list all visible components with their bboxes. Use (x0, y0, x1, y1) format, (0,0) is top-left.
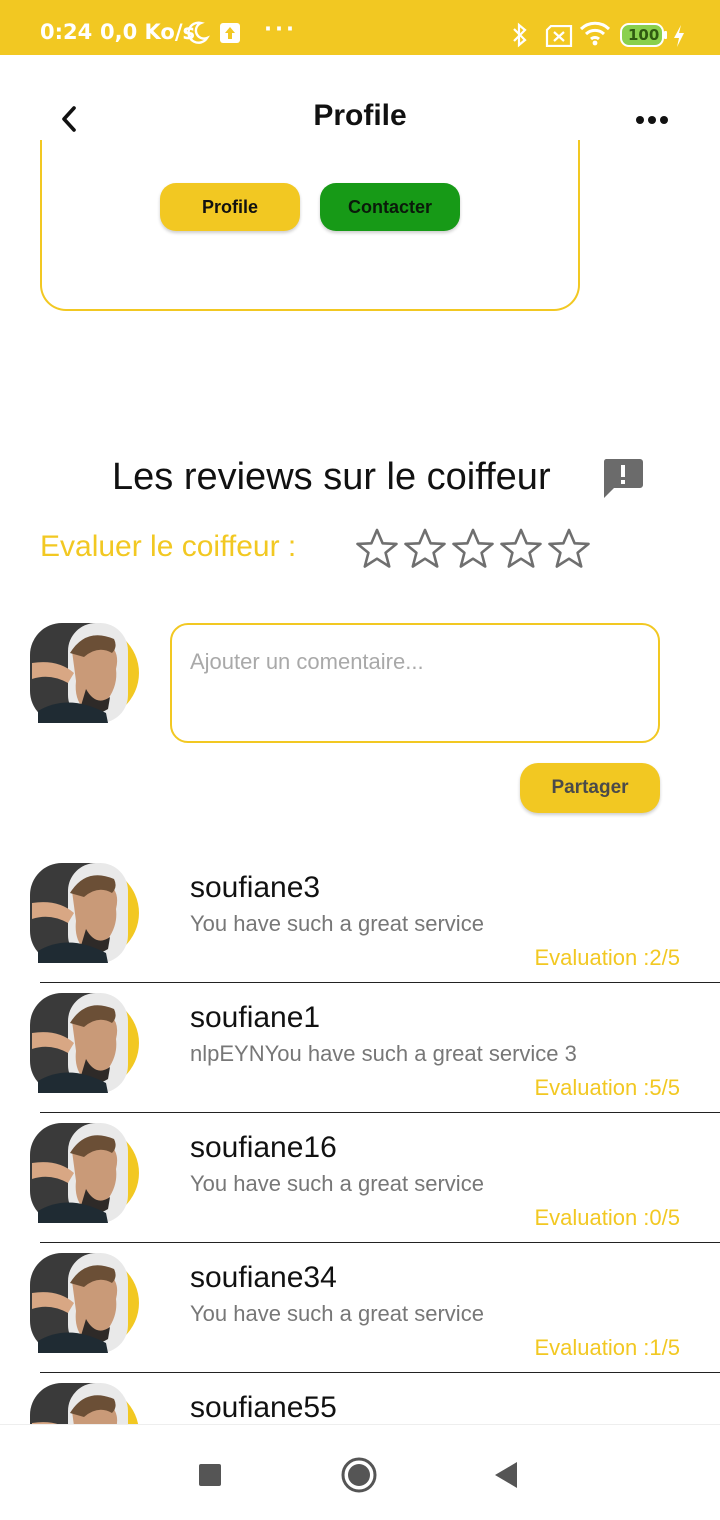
bluetooth-icon (511, 22, 529, 53)
divider (40, 1242, 720, 1243)
review-username: soufiane1 (190, 1001, 321, 1034)
system-back-button[interactable] (487, 1455, 527, 1495)
divider (40, 982, 720, 983)
star-4-icon[interactable] (499, 527, 543, 571)
more-horizontal-icon (636, 116, 668, 124)
review-username: soufiane55 (190, 1391, 337, 1424)
review-item: soufiane1 nlpEYNYou have such a great se… (0, 993, 720, 1123)
reviews-title: Les reviews sur le coiffeur (112, 456, 551, 498)
review-item: soufiane3 You have such a great service … (0, 863, 720, 993)
comment-input[interactable] (170, 623, 660, 743)
star-5-icon[interactable] (547, 527, 591, 571)
review-evaluation: Evaluation :2/5 (534, 945, 680, 970)
share-button[interactable]: Partager (520, 763, 660, 813)
review-text: You have such a great service (190, 911, 484, 936)
reviewer-avatar (28, 863, 140, 963)
system-nav-bar (0, 1424, 720, 1520)
review-text: You have such a great service (190, 1171, 484, 1196)
sim-x-icon (545, 24, 573, 52)
reviewer-avatar (28, 993, 140, 1093)
moon-icon (184, 20, 210, 51)
feedback-icon (601, 457, 645, 499)
review-evaluation: Evaluation :5/5 (534, 1075, 680, 1100)
review-text: You have such a great service (190, 1301, 484, 1326)
current-user-avatar (28, 623, 140, 723)
rate-label: Evaluer le coiffeur : (40, 530, 297, 563)
review-evaluation: Evaluation :0/5 (534, 1205, 680, 1230)
home-circle-icon (341, 1457, 377, 1493)
back-triangle-icon (495, 1462, 517, 1488)
divider (40, 1112, 720, 1113)
review-username: soufiane34 (190, 1261, 337, 1294)
page-title: Profile (313, 99, 407, 132)
profile-card (40, 140, 580, 311)
battery-level: 100 (628, 26, 660, 44)
reviewer-avatar (28, 1123, 140, 1223)
home-button[interactable] (339, 1455, 379, 1495)
review-username: soufiane16 (190, 1131, 337, 1164)
divider (40, 1372, 720, 1373)
star-1-icon[interactable] (355, 527, 399, 571)
star-rating-input (355, 527, 591, 571)
status-more-dots: ··· (264, 17, 297, 41)
upload-icon (219, 22, 241, 49)
wifi-icon (579, 20, 611, 51)
reviewer-avatar (28, 1253, 140, 1353)
review-username: soufiane3 (190, 871, 321, 904)
recents-button[interactable] (190, 1455, 230, 1495)
review-item: soufiane34 You have such a great service… (0, 1253, 720, 1383)
charging-icon (672, 24, 686, 53)
star-3-icon[interactable] (451, 527, 495, 571)
more-options-button[interactable] (628, 105, 676, 135)
status-bar: 0:24 0,0 Ko/s ··· 100 (0, 0, 720, 55)
contact-button[interactable]: Contacter (320, 183, 460, 231)
review-item: soufiane16 You have such a great service… (0, 1123, 720, 1253)
star-2-icon[interactable] (403, 527, 447, 571)
profile-button[interactable]: Profile (160, 183, 300, 231)
status-network-speed: 0,0 Ko/s (100, 20, 196, 44)
review-evaluation: Evaluation :1/5 (534, 1335, 680, 1360)
recents-square-icon (199, 1464, 221, 1486)
review-text: nlpEYNYou have such a great service 3 (190, 1041, 577, 1066)
status-time: 0:24 (40, 20, 93, 44)
